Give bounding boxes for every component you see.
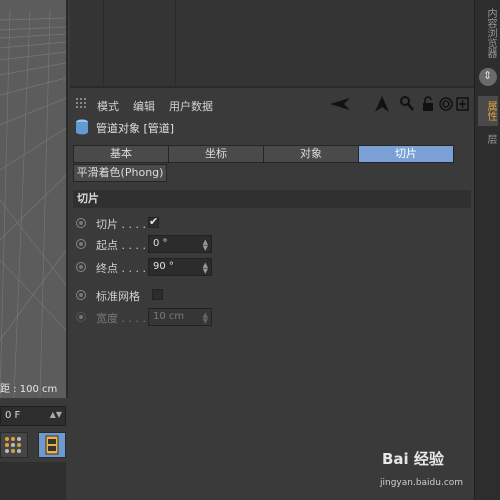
tab-coordinates[interactable]: 坐标 xyxy=(168,145,264,163)
tab-object[interactable]: 对象 xyxy=(263,145,359,163)
animate-radio[interactable] xyxy=(76,262,86,272)
object-title: 管道对象 [管道] xyxy=(96,122,175,135)
search-icon[interactable] xyxy=(400,96,414,115)
slice-checkbox[interactable]: ✔ xyxy=(148,215,159,228)
prop-label-regular-grid: 标准网格 xyxy=(96,290,140,303)
lock-icon[interactable] xyxy=(422,96,434,115)
animate-radio xyxy=(76,312,86,322)
panel-toggle-button[interactable]: ⇕ xyxy=(479,68,497,86)
prop-row-start: 起点 . . . . 0 ° ▲ ▼ xyxy=(76,235,276,255)
tube-object-icon xyxy=(76,96,88,110)
watermark-brand: Bai 经验 xyxy=(382,450,444,468)
width-value: 10 cm xyxy=(153,311,185,322)
attributes-panel: 模式 编辑 用户数据 管道对象 [管道] 基本 坐标 对象 切片 平滑着色(Ph… xyxy=(70,88,474,500)
dots-grid-button[interactable] xyxy=(0,432,28,458)
tab-phong[interactable]: 平滑着色(Phong) xyxy=(73,164,167,182)
width-field: 10 cm ▲ ▼ xyxy=(148,308,212,326)
menu-mode[interactable]: 模式 xyxy=(97,98,119,114)
prop-label-end: 终点 . . . . xyxy=(96,262,146,275)
attributes-menubar: 模式 编辑 用户数据 xyxy=(70,94,474,116)
divider xyxy=(103,0,104,86)
stepper-icon: ▲ ▼ xyxy=(202,311,208,325)
animate-radio[interactable] xyxy=(76,290,86,300)
stepper-icon[interactable]: ▲▼ xyxy=(50,410,62,419)
end-value: 90 ° xyxy=(153,261,174,272)
watermark-url: jingyan.baidu.com xyxy=(380,478,464,488)
stepper-icon[interactable]: ▲▼ xyxy=(203,239,208,252)
prop-label-slice: 切片 . . . . xyxy=(96,218,146,231)
film-button[interactable] xyxy=(38,432,66,458)
prop-label-width: 宽度 . . . . xyxy=(96,312,146,325)
frame-value: 0 F xyxy=(5,410,21,421)
menu-user-data[interactable]: 用户数据 xyxy=(169,98,213,114)
viewport-distance-label: 距 : 100 cm xyxy=(0,384,58,395)
right-tab-strip: 内容浏览器 ⇕ 属性 层 xyxy=(474,0,500,500)
prop-row-regular-grid: 标准网格 xyxy=(76,286,276,306)
film-icon xyxy=(45,435,59,455)
prop-row-width: 宽度 . . . . 10 cm ▲ ▼ xyxy=(76,308,276,328)
frame-field[interactable]: 0 F ▲▼ xyxy=(0,406,66,426)
start-field[interactable]: 0 ° ▲ ▼ xyxy=(148,235,212,253)
menu-edit[interactable]: 编辑 xyxy=(133,98,155,114)
tab-slice[interactable]: 切片 xyxy=(358,145,454,163)
section-title: 切片 xyxy=(73,190,471,208)
prop-label-start: 起点 . . . . xyxy=(96,239,146,252)
viewport[interactable]: 距 : 100 cm xyxy=(0,0,68,398)
tab-basic[interactable]: 基本 xyxy=(73,145,169,163)
dots-grid-icon xyxy=(5,437,21,453)
checkmark-icon: ✔ xyxy=(149,215,159,228)
viewport-grid xyxy=(0,9,66,398)
new-panel-icon[interactable] xyxy=(456,96,470,115)
divider xyxy=(175,0,176,86)
stepper-icon[interactable]: ▲▼ xyxy=(203,262,208,275)
prop-row-slice: 切片 . . . . ✔ xyxy=(76,214,276,234)
object-manager[interactable] xyxy=(70,0,474,88)
target-icon[interactable] xyxy=(439,96,453,115)
tab-attributes[interactable]: 属性 xyxy=(478,96,498,126)
end-field[interactable]: 90 ° ▲ ▼ xyxy=(148,258,212,276)
regular-grid-checkbox[interactable] xyxy=(152,289,163,300)
start-value: 0 ° xyxy=(153,238,168,249)
animate-radio[interactable] xyxy=(76,218,86,228)
updown-icon: ⇕ xyxy=(483,69,493,82)
tab-layers[interactable]: 层 xyxy=(478,130,498,148)
tab-content-browser[interactable]: 内容浏览器 xyxy=(478,4,498,62)
animate-radio[interactable] xyxy=(76,239,86,249)
back-arrow-icon[interactable] xyxy=(330,97,352,114)
bottom-strip xyxy=(0,462,66,500)
up-arrow-icon[interactable] xyxy=(375,96,389,115)
prop-row-end: 终点 . . . . 90 ° ▲ ▼ xyxy=(76,258,276,278)
